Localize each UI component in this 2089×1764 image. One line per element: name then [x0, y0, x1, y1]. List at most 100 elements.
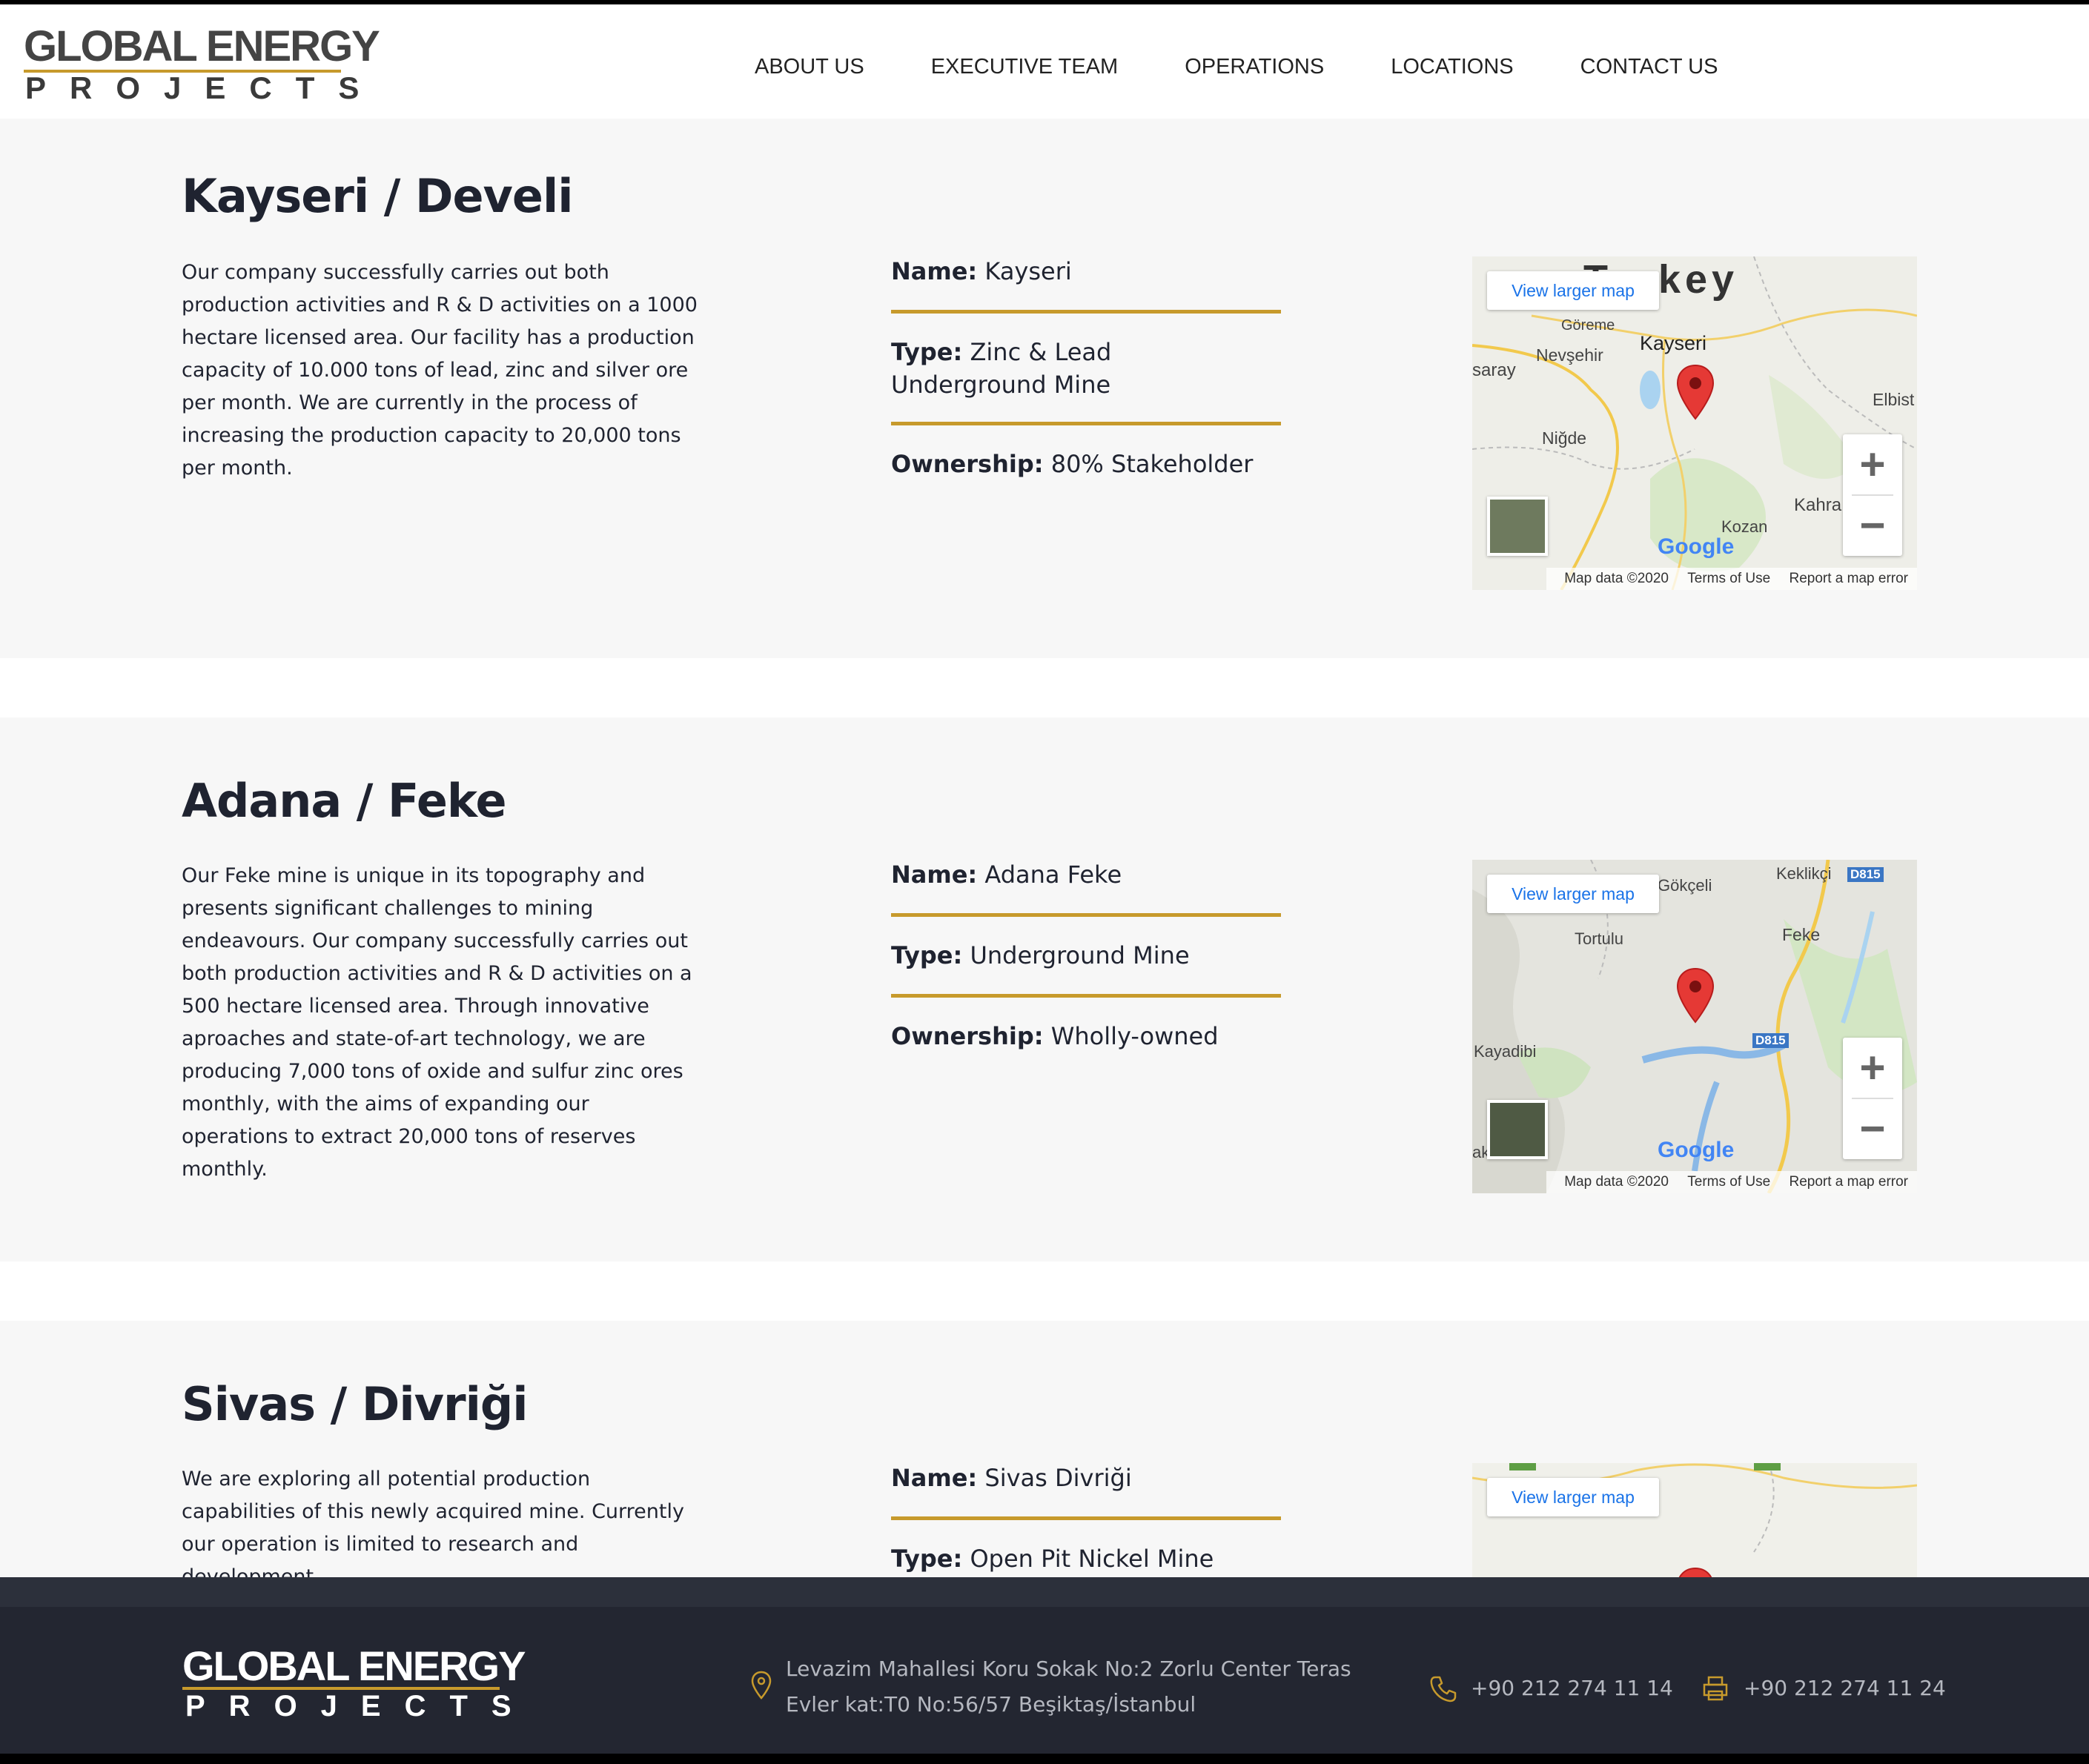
footer-address: Levazim Mahallesi Koru Sokak No:2 Zorlu …: [786, 1657, 1351, 1717]
section-title: Kayseri / Develi: [182, 169, 573, 223]
info-divider: [891, 1516, 1281, 1520]
info-panel: Name: Adana Feke Type: Underground Mine …: [891, 858, 1281, 1052]
logo-line1: GLOBAL ENERGY: [182, 1642, 526, 1689]
map-place-label: Göreme: [1561, 317, 1615, 334]
site-footer: GLOBAL ENERGY PROJECTS Levazim Mahallesi…: [0, 1607, 2089, 1754]
info-panel: Name: Kayseri Type: Zinc & Lead Undergro…: [891, 255, 1281, 480]
zoom-out-button[interactable]: −: [1843, 1098, 1902, 1159]
zoom-in-button[interactable]: +: [1843, 1038, 1902, 1098]
info-ownership: Ownership: 80% Stakeholder: [891, 448, 1281, 480]
section-description: We are exploring all potential productio…: [182, 1468, 684, 1577]
road-sign: D815: [1752, 1033, 1789, 1048]
zoom-divider: [1852, 494, 1893, 496]
nav-operations[interactable]: OPERATIONS: [1185, 49, 1324, 84]
info-type: Type: Open Pit Nickel Mine: [891, 1542, 1281, 1575]
view-larger-map-link[interactable]: View larger map: [1487, 875, 1659, 913]
nav-locations[interactable]: LOCATIONS: [1391, 49, 1513, 84]
page: GLOBAL ENERGY PROJECTS ABOUT US EXECUTIV…: [0, 0, 2089, 1764]
nav-executive-team[interactable]: EXECUTIVE TEAM: [931, 49, 1118, 84]
nav-about-us[interactable]: ABOUT US: [755, 49, 864, 84]
google-logo: Google: [1658, 1138, 1734, 1163]
phone-icon: [1430, 1676, 1457, 1702]
info-name-label: Name:: [891, 861, 978, 889]
map-place-label: Feke: [1782, 925, 1821, 944]
zoom-out-button[interactable]: −: [1843, 495, 1902, 556]
site-logo[interactable]: GLOBAL ENERGY PROJECTS: [24, 22, 380, 105]
info-divider: [891, 422, 1281, 425]
map-place-label: Gökçeli: [1658, 876, 1712, 895]
map-place-label: Nevşehir: [1536, 345, 1603, 365]
info-type: Type: Zinc & Lead Underground Mine: [891, 336, 1247, 401]
info-name: Name: Sivas Divriği: [891, 1462, 1281, 1494]
info-name: Name: Kayseri: [891, 255, 1281, 288]
satellite-toggle[interactable]: [1487, 1100, 1548, 1159]
map-pin-icon[interactable]: [1676, 967, 1715, 1024]
terms-of-use-link[interactable]: Terms of Use: [1687, 571, 1770, 586]
location-map[interactable]: Gökçeli Keklikçi D815 Tortulu Feke Kayad…: [1472, 860, 1917, 1193]
map-data-text: Map data ©2020: [1564, 1174, 1669, 1190]
info-name-value: Sivas Divriği: [984, 1464, 1132, 1492]
report-map-error-link[interactable]: Report a map error: [1789, 1174, 1908, 1190]
info-name-value: Adana Feke: [984, 861, 1122, 889]
google-wordmark: Google: [1658, 1138, 1735, 1162]
logo-line1: GLOBAL ENERGY: [24, 22, 380, 70]
info-ownership-value: 80% Stakeholder: [1050, 450, 1254, 478]
view-larger-map-link[interactable]: View larger map: [1487, 1478, 1659, 1516]
location-section-adana: Adana / Feke Our Feke mine is unique in …: [0, 717, 2089, 1261]
zoom-controls: + −: [1843, 434, 1902, 556]
info-divider: [891, 310, 1281, 314]
info-type: Type: Underground Mine: [891, 939, 1281, 972]
location-pin-icon: [751, 1671, 772, 1700]
map-place-label: Niğde: [1542, 428, 1587, 448]
info-ownership: Ownership: Wholly-owned: [891, 1020, 1281, 1052]
zoom-in-button[interactable]: +: [1843, 434, 1902, 495]
terms-of-use-link[interactable]: Terms of Use: [1687, 1174, 1770, 1190]
info-type-value: Open Pit Nickel Mine: [970, 1545, 1214, 1573]
view-larger-map-link[interactable]: View larger map: [1487, 271, 1659, 310]
site-header: GLOBAL ENERGY PROJECTS ABOUT US EXECUTIV…: [0, 4, 2089, 119]
map-pin-icon[interactable]: [1676, 1567, 1715, 1577]
info-name-label: Name:: [891, 257, 978, 285]
info-divider: [891, 994, 1281, 998]
zoom-divider: [1852, 1098, 1893, 1099]
footer-top-strip: [0, 1577, 2089, 1607]
info-type-label: Type:: [891, 338, 963, 366]
road-sign: D815: [1847, 867, 1884, 882]
section-title: Sivas / Divriği: [182, 1377, 528, 1431]
location-map[interactable]: View larger map: [1472, 1463, 1917, 1577]
map-attribution: Map data ©2020 Terms of Use Report a map…: [1546, 1171, 1917, 1193]
info-name-label: Name:: [891, 1464, 978, 1492]
info-type-label: Type:: [891, 1545, 963, 1573]
info-ownership-label: Ownership:: [891, 1022, 1044, 1050]
map-place-label: Tortulu: [1575, 929, 1624, 948]
google-logo: Google: [1658, 534, 1734, 560]
map-place-label: Elbist: [1873, 390, 1915, 409]
fax-icon: [1703, 1676, 1728, 1701]
footer-logo[interactable]: GLOBAL ENERGY PROJECTS: [182, 1642, 526, 1725]
section-description: Our Feke mine is unique in its topograph…: [182, 864, 692, 1181]
info-type-value: Underground Mine: [970, 941, 1190, 969]
map-pin-icon[interactable]: [1676, 364, 1715, 420]
map-place-label: saray: [1472, 360, 1516, 380]
info-divider: [891, 913, 1281, 917]
footer-phone[interactable]: +90 212 274 11 14: [1471, 1671, 1673, 1706]
section-title: Adana / Feke: [182, 774, 506, 828]
location-map[interactable]: Turkey Göreme Nevşehir Kayseri saray Elb…: [1472, 256, 1917, 590]
info-name-value: Kayseri: [984, 257, 1072, 285]
logo-line2: PROJECTS: [185, 1690, 535, 1722]
footer-fax[interactable]: +90 212 274 11 24: [1744, 1671, 1946, 1706]
info-type-label: Type:: [891, 941, 963, 969]
location-section-kayseri: Kayseri / Develi Our company successfull…: [0, 119, 2089, 658]
map-place-label: Kahra: [1794, 495, 1842, 515]
map-place-label: Kayseri: [1640, 332, 1707, 354]
nav-contact-us[interactable]: CONTACT US: [1580, 49, 1718, 84]
report-map-error-link[interactable]: Report a map error: [1789, 571, 1908, 586]
map-place-label: Kayadibi: [1474, 1042, 1537, 1061]
zoom-controls: + −: [1843, 1038, 1902, 1159]
footer-bottom-border: [0, 1754, 2089, 1764]
info-ownership-label: Ownership:: [891, 450, 1044, 478]
main-nav: ABOUT US EXECUTIVE TEAM OPERATIONS LOCAT…: [755, 49, 1784, 84]
location-section-sivas: Sivas / Divriği We are exploring all pot…: [0, 1321, 2089, 1577]
section-description: Our company successfully carries out bot…: [182, 261, 698, 480]
satellite-toggle[interactable]: [1487, 497, 1548, 556]
